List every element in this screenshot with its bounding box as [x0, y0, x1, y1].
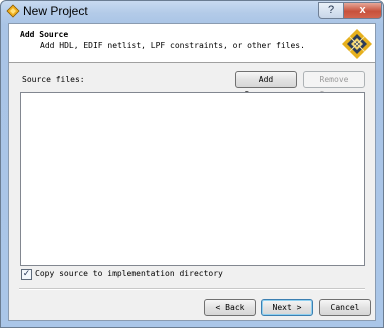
app-icon	[6, 4, 20, 18]
title-bar[interactable]: New Project ? x	[1, 1, 383, 22]
wizard-content: Add Source Add HDL, EDIF netlist, LPF co…	[8, 23, 376, 321]
window-title: New Project	[23, 4, 88, 18]
remove-source-button[interactable]: Remove Source	[303, 71, 365, 99]
wizard-header: Add Source Add HDL, EDIF netlist, LPF co…	[9, 24, 375, 63]
page-title: Add Source	[20, 30, 69, 39]
copy-source-checkbox[interactable]: ✓	[21, 269, 32, 280]
cancel-button[interactable]: Cancel	[319, 299, 371, 316]
add-source-button[interactable]: Add Source...	[235, 71, 297, 99]
new-project-window: New Project ? x Add Source Add HDL, EDIF…	[0, 0, 384, 328]
copy-source-label[interactable]: Copy source to implementation directory	[35, 269, 223, 278]
next-button[interactable]: Next >	[261, 299, 313, 316]
close-button[interactable]: x	[343, 2, 382, 19]
footer-divider	[19, 288, 365, 290]
source-files-list[interactable]	[20, 92, 365, 266]
page-description: Add HDL, EDIF netlist, LPF constraints, …	[40, 41, 305, 50]
help-button[interactable]: ?	[318, 2, 344, 19]
back-button[interactable]: < Back	[204, 299, 256, 316]
source-files-label: Source files:	[22, 75, 85, 84]
diamond-logo-icon	[342, 29, 372, 59]
